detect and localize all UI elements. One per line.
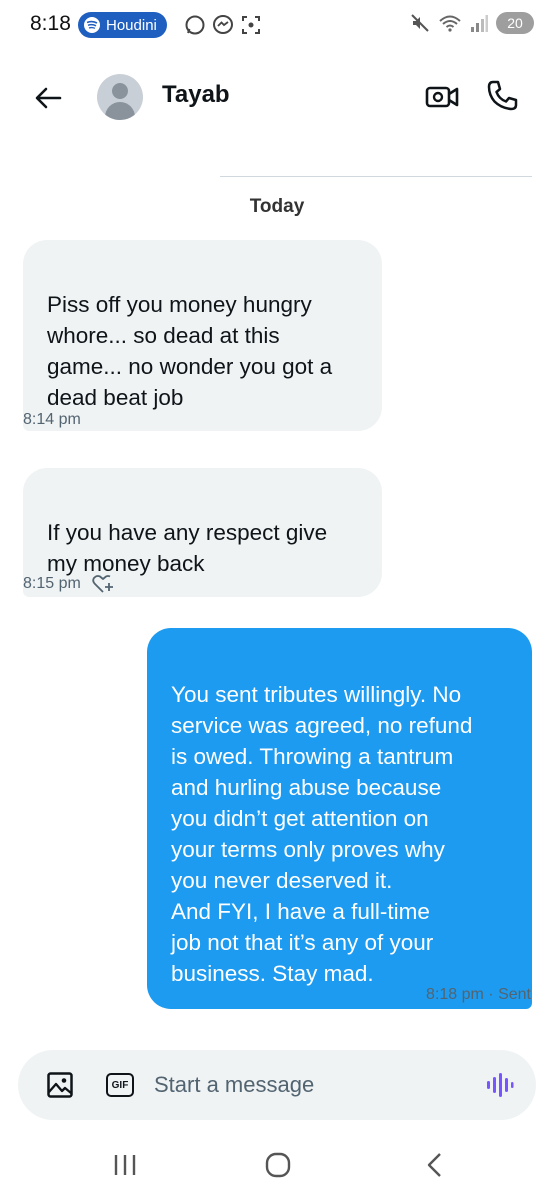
message-bubble-incoming[interactable]: Piss off you money hungry whore... so de… bbox=[23, 240, 382, 431]
signal-icon bbox=[471, 15, 488, 32]
messenger-icon bbox=[213, 15, 233, 34]
message-meta: 8:15 pm bbox=[23, 573, 115, 595]
mute-icon bbox=[411, 14, 429, 32]
notification-icons bbox=[184, 14, 262, 36]
status-bar: 8:18 Houdini 20 bbox=[0, 0, 554, 52]
now-playing-label: Houdini bbox=[106, 16, 157, 34]
voice-message-button[interactable] bbox=[484, 1070, 514, 1100]
message-text: Piss off you money hungry whore... so de… bbox=[47, 292, 333, 410]
system-back-button[interactable] bbox=[424, 1151, 444, 1179]
arrow-left-icon bbox=[35, 87, 62, 109]
image-icon bbox=[47, 1072, 73, 1098]
system-nav-bar bbox=[0, 1130, 554, 1200]
gif-button[interactable]: GIF bbox=[106, 1073, 134, 1097]
home-circle-icon bbox=[265, 1152, 291, 1178]
now-playing-pill[interactable]: Houdini bbox=[78, 12, 167, 38]
message-time: 8:15 pm bbox=[23, 575, 81, 592]
date-separator: Today bbox=[249, 196, 305, 217]
video-call-button[interactable] bbox=[424, 80, 460, 114]
message-composer: GIF bbox=[18, 1050, 536, 1120]
contact-name[interactable]: Tayab bbox=[162, 81, 230, 109]
avatar-body-shape bbox=[105, 102, 135, 120]
message-bubble-outgoing[interactable]: You sent tributes willingly. No service … bbox=[147, 628, 532, 1009]
message-meta: 8:14 pm bbox=[23, 411, 81, 429]
battery-indicator: 20 bbox=[496, 12, 534, 34]
whatsapp-icon bbox=[185, 15, 205, 35]
screenshot-icon bbox=[242, 16, 260, 34]
home-button[interactable] bbox=[265, 1152, 291, 1178]
voice-call-button[interactable] bbox=[484, 78, 520, 114]
video-camera-icon bbox=[425, 86, 459, 108]
phone-icon bbox=[487, 80, 518, 111]
media-button[interactable] bbox=[46, 1071, 74, 1099]
recent-apps-button[interactable] bbox=[110, 1152, 140, 1178]
message-text: You sent tributes willingly. No service … bbox=[171, 682, 473, 986]
recent-apps-icon bbox=[114, 1155, 136, 1175]
status-time: 8:18 bbox=[30, 12, 71, 35]
message-time: 8:14 pm bbox=[23, 411, 81, 428]
chevron-left-icon bbox=[427, 1153, 441, 1177]
message-text: If you have any respect give my money ba… bbox=[47, 520, 328, 576]
avatar-head-shape bbox=[112, 83, 128, 99]
voice-waveform-icon bbox=[487, 1073, 514, 1097]
wifi-icon bbox=[439, 15, 461, 32]
spotify-icon bbox=[84, 17, 100, 33]
system-icons: 20 bbox=[410, 12, 534, 34]
back-button[interactable] bbox=[30, 80, 66, 116]
message-time-status: 8:18 pm · Sent bbox=[426, 986, 531, 1003]
conversation-header: Tayab bbox=[0, 60, 554, 136]
message-input[interactable] bbox=[154, 1064, 454, 1106]
heart-plus-icon[interactable] bbox=[91, 573, 115, 595]
message-meta: 8:18 pm · Sent bbox=[426, 986, 531, 1004]
avatar[interactable] bbox=[97, 74, 143, 120]
header-divider bbox=[220, 176, 532, 177]
